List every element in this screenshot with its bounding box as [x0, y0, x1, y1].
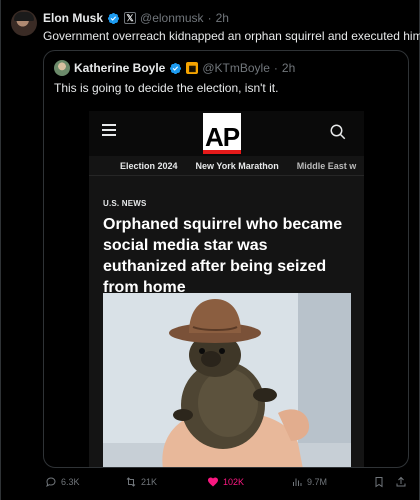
- post-text: Government overreach kidnapped an orphan…: [43, 29, 420, 43]
- reply-button[interactable]: 6.3K: [45, 474, 80, 490]
- author-handle[interactable]: @elonmusk: [140, 11, 204, 25]
- repost-icon: [126, 477, 136, 487]
- verified-icon: [170, 62, 182, 74]
- menu-icon: [102, 124, 116, 136]
- repost-button[interactable]: 21K: [125, 474, 157, 490]
- repost-count: 21K: [141, 477, 158, 487]
- quoted-author-handle[interactable]: @KTmBoyle: [202, 61, 270, 75]
- nav-item: New York Marathon: [195, 160, 279, 171]
- nav-item: Election 2024: [120, 160, 178, 171]
- reply-icon: [46, 477, 56, 488]
- quoted-post[interactable]: Katherine Boyle ▦ @KTmBoyle · 2h This is…: [43, 50, 409, 468]
- article-screenshot[interactable]: AP Election 2024 New York Marathon Middl…: [89, 111, 364, 467]
- nav-item: Middle East w: [296, 160, 357, 171]
- article-headline: Orphaned squirrel who became social medi…: [103, 216, 343, 296]
- ap-logo-text: AP: [204, 122, 240, 152]
- squirrel-illustration: [103, 293, 351, 467]
- post-time[interactable]: 2h: [216, 11, 229, 25]
- quoted-header: Katherine Boyle ▦ @KTmBoyle · 2h: [54, 60, 295, 76]
- share-button[interactable]: [395, 474, 407, 490]
- article-category: U.S. NEWS: [103, 199, 147, 208]
- verified-icon: [107, 12, 120, 24]
- ap-header: AP: [89, 111, 364, 156]
- org-badge-icon: ▦: [186, 62, 199, 74]
- bookmark-button[interactable]: [373, 474, 385, 490]
- bookmark-icon: [375, 477, 383, 488]
- share-icon: [396, 476, 406, 487]
- author-name[interactable]: Elon Musk: [43, 11, 103, 25]
- ap-logo: AP: [203, 113, 241, 154]
- views-button[interactable]: 9.7M: [291, 474, 327, 490]
- squirrel-photo: [103, 293, 351, 467]
- like-icon: [208, 477, 218, 487]
- like-button[interactable]: 102K: [207, 474, 244, 490]
- quoted-post-time[interactable]: 2h: [282, 61, 295, 75]
- search-icon: [330, 124, 346, 140]
- quoted-avatar[interactable]: [54, 60, 70, 76]
- x-affiliate-icon: 𝕏: [124, 12, 137, 24]
- like-count: 102K: [223, 477, 245, 487]
- quoted-text: This is going to decide the election, is…: [54, 81, 279, 95]
- views-icon: [293, 478, 302, 486]
- quoted-author-name[interactable]: Katherine Boyle: [74, 61, 165, 75]
- post[interactable]: Elon Musk 𝕏 @elonmusk · 2h Government ov…: [0, 0, 420, 500]
- action-bar: 6.3K 21K 102K 9.7M: [43, 474, 409, 490]
- reply-count: 6.3K: [61, 477, 80, 487]
- ap-nav: Election 2024 New York Marathon Middle E…: [89, 156, 364, 176]
- separator-dot: ·: [207, 11, 212, 25]
- separator-dot: ·: [273, 61, 278, 75]
- view-count: 9.7M: [307, 477, 328, 487]
- author-avatar[interactable]: [11, 10, 37, 36]
- post-header: Elon Musk 𝕏 @elonmusk · 2h: [43, 10, 229, 26]
